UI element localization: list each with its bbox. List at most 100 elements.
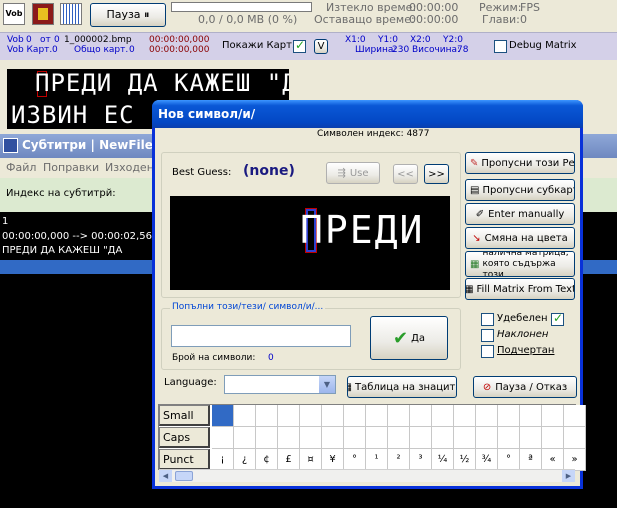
grid-cell[interactable] [256,427,278,449]
grid-cell-punct[interactable]: £ [278,449,300,471]
grid-cell-punct[interactable]: ¿ [234,449,256,471]
grid-cell[interactable] [366,405,388,427]
grid-cell[interactable] [410,427,432,449]
total-map-value: 0 [129,45,135,55]
grid-cell-selected[interactable] [212,405,234,427]
grid-label-caps[interactable]: Caps [159,427,210,448]
grid-cell[interactable] [388,427,410,449]
grid-cell[interactable] [542,427,564,449]
info-bar: Vob 0 от 0 1_000002.bmp Vob Карт. 0 Общо… [0,32,617,60]
grid-label-small[interactable]: Small [159,405,210,426]
grid-cell[interactable] [278,405,300,427]
grid-cell[interactable] [454,427,476,449]
grid-cell[interactable] [542,405,564,427]
italic-checkbox[interactable] [481,329,494,342]
grid-cell-punct[interactable]: ¢ [256,449,278,471]
vob-icon[interactable]: Vob [3,3,25,25]
grid-cell[interactable] [234,427,256,449]
grid-cell[interactable] [300,405,322,427]
grid-cell-punct[interactable]: ¾ [476,449,498,471]
grid-cell-punct[interactable]: ° [344,449,366,471]
grid-cell[interactable] [432,427,454,449]
grid-cell[interactable] [454,405,476,427]
grid-cell-punct[interactable]: ¼ [432,449,454,471]
bold-checked-indicator[interactable] [551,311,564,326]
grid-cell[interactable] [410,405,432,427]
menu-source[interactable]: Изходен [105,161,154,174]
grid-cell[interactable] [520,427,542,449]
bold-checkbox[interactable] [481,313,494,326]
next-button[interactable]: >> [424,164,449,184]
image-groupbox: Best Guess: (none) ⇶ Use << >> ПРЕДИ [161,152,461,298]
show-map-checkbox[interactable] [293,38,306,53]
grid-cell-punct[interactable]: ¹ [366,449,388,471]
fill-matrix-button[interactable]: ▦ Fill Matrix From Text [465,278,575,300]
x2-readout: X2:0 [410,35,431,45]
grid-icon: ▦ [465,283,474,295]
change-color-button[interactable]: ↘ Смяна на цвета [465,227,575,249]
grid-cell[interactable] [498,427,520,449]
grid-cell[interactable] [498,405,520,427]
grid-cell[interactable] [366,427,388,449]
grid-cell-punct[interactable]: ² [388,449,410,471]
grid-cell-punct[interactable]: « [542,449,564,471]
grid-cell-punct[interactable]: ¤ [300,449,322,471]
grid-cell[interactable] [476,405,498,427]
existing-matrix-button[interactable]: ▦ налична матрица, която съдържа този [465,251,575,277]
grid-label-punct[interactable]: Punct [159,449,210,470]
grid-cell[interactable] [322,405,344,427]
grid-cell[interactable] [234,405,256,427]
scroll-left-arrow[interactable]: ◀ [159,470,172,482]
chapters-value: 0 [520,13,527,26]
pause-button[interactable]: Пауза ⏸ [90,3,166,27]
symbol-index-value: 4877 [406,129,430,139]
grid-cell[interactable] [278,427,300,449]
menu-file[interactable]: Файл [6,161,36,174]
grid-cell[interactable] [432,405,454,427]
grid-cell[interactable] [256,405,278,427]
time-2: 00:00:00,000 [149,45,210,55]
grid-cell-punct[interactable]: ½ [454,449,476,471]
grid-cell[interactable] [520,405,542,427]
use-button[interactable]: ⇶ Use [326,162,380,184]
film-icon[interactable] [32,3,54,25]
char-table-button[interactable]: ▦Таблица на знаците [347,376,457,398]
grid-cell-punct[interactable]: ª [520,449,542,471]
ok-button[interactable]: ✔ Да [370,316,448,360]
menu-corrections[interactable]: Поправки [43,161,99,174]
grid-cell[interactable] [212,427,234,449]
grid-cell[interactable] [564,405,586,427]
grid-cell[interactable] [344,405,366,427]
char-count-value: 0 [268,353,274,363]
best-guess-label: Best Guess: [172,167,232,178]
enter-manually-button[interactable]: ✐ Enter manually [465,203,575,225]
v-button[interactable]: V [314,39,328,54]
debug-matrix-checkbox[interactable] [494,40,507,53]
grid-cell[interactable] [300,427,322,449]
grid-scrollbar[interactable]: ◀ ▶ [159,469,575,482]
scroll-right-arrow[interactable]: ▶ [562,470,575,482]
grid-cell[interactable] [564,427,586,449]
skip-this-button[interactable]: ✎ Пропусни този Ред [465,152,575,174]
underline-checkbox[interactable] [481,345,494,358]
grid-cell-punct[interactable]: » [564,449,586,471]
pause-cancel-button[interactable]: ⊘ Пауза / Отказ [473,376,577,398]
skip-image-button[interactable]: ▤Пропусни субкартина [465,179,575,201]
prev-button[interactable]: << [393,164,418,184]
chevron-down-icon[interactable]: ▼ [319,376,335,393]
fill-matrix-label: Fill Matrix From Text [476,283,575,295]
scroll-thumb[interactable] [175,471,193,481]
language-select[interactable]: ▼ [224,375,336,394]
eraser-icon: ✎ [470,157,479,169]
grid-cell-punct[interactable]: ³ [410,449,432,471]
grid-cell[interactable] [322,427,344,449]
remaining-value: 00:00:00 [409,13,459,26]
grid-cell[interactable] [344,427,366,449]
symbol-input[interactable] [171,325,351,347]
grid-cell-punct[interactable]: ° [498,449,520,471]
grid-cell[interactable] [388,405,410,427]
matrix-icon[interactable] [60,3,82,25]
grid-cell[interactable] [476,427,498,449]
grid-cell-punct[interactable]: ¡ [212,449,234,471]
grid-cell-punct[interactable]: ¥ [322,449,344,471]
